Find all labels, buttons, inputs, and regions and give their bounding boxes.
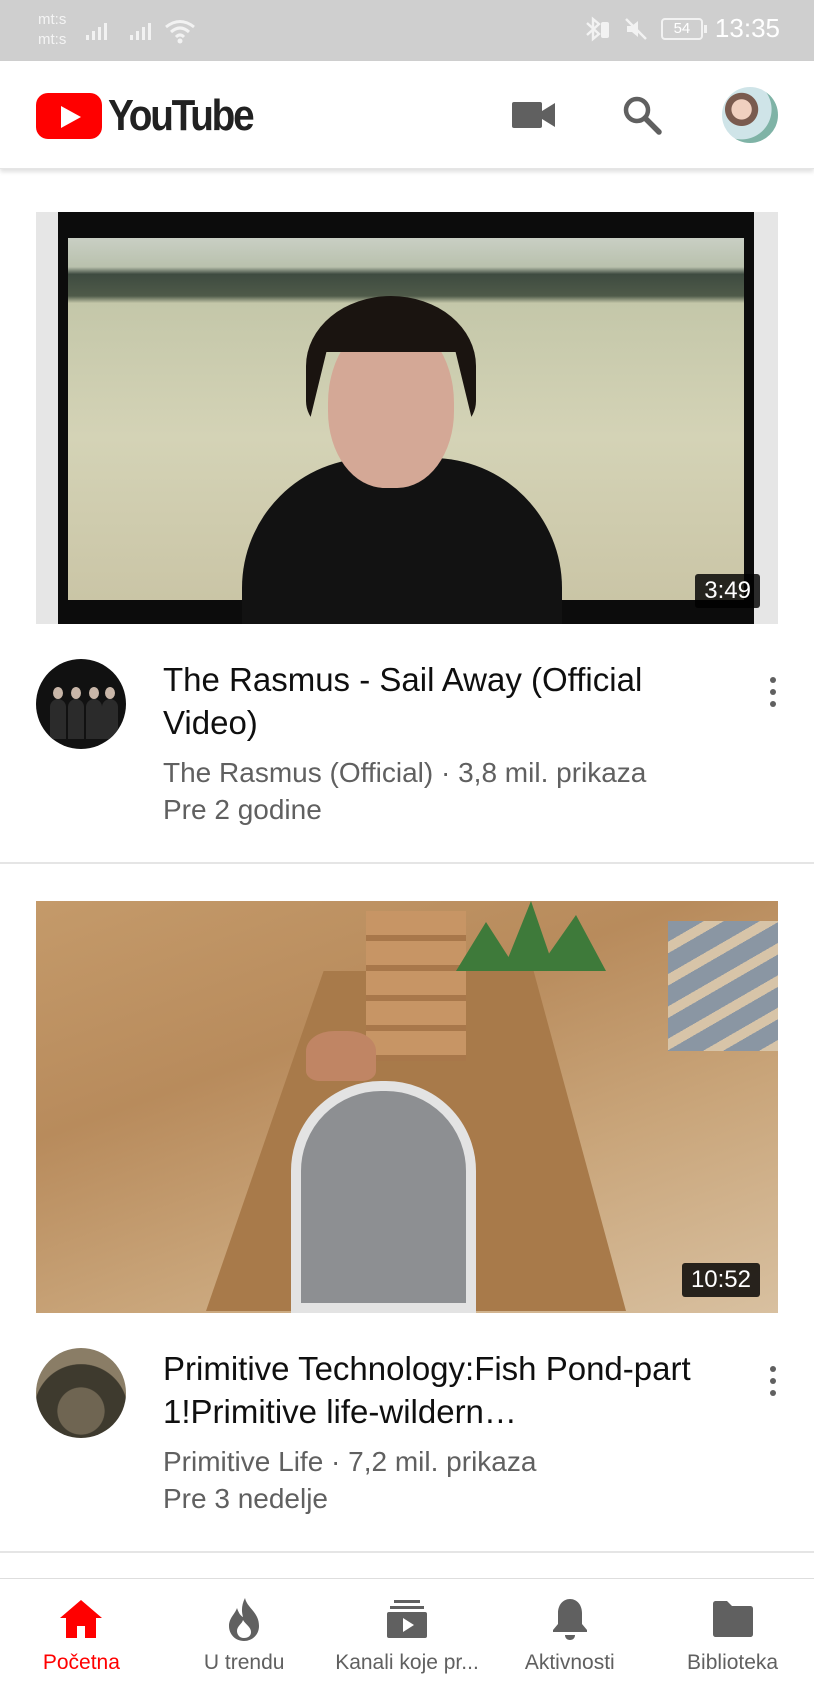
divider: [0, 862, 814, 864]
video-title[interactable]: The Rasmus - Sail Away (Official Video): [163, 658, 703, 744]
nav-item-trending[interactable]: U trendu: [163, 1579, 326, 1689]
account-avatar: [722, 87, 778, 143]
wifi-icon: [165, 20, 195, 44]
video-age: Pre 3 nedelje: [163, 1483, 329, 1514]
channel-avatar[interactable]: [36, 1348, 126, 1438]
nav-label-activity: Aktivnosti: [524, 1651, 615, 1674]
youtube-logo[interactable]: YouTube: [36, 91, 272, 141]
search-button[interactable]: [610, 83, 674, 147]
video-camera-icon: [512, 102, 555, 128]
nav-item-activity[interactable]: Aktivnosti: [488, 1579, 651, 1689]
video-age: Pre 2 godine: [163, 794, 322, 825]
nav-label-library: Biblioteka: [687, 1651, 779, 1674]
carrier-labels: mt:s mt:s: [38, 10, 66, 50]
video-thumbnail[interactable]: 10:52: [36, 901, 778, 1313]
nav-label-trending: U trendu: [203, 1651, 285, 1674]
status-bar: mt:s mt:s 54 13:35: [0, 0, 814, 61]
duration-badge: 10:52: [681, 1263, 760, 1297]
battery-indicator: 54: [660, 17, 707, 40]
nav-item-home[interactable]: Početna: [0, 1579, 163, 1689]
more-options-button[interactable]: [758, 667, 788, 717]
status-time: 13:35: [714, 13, 780, 43]
video-meta: Primitive Life · 7,2 mil. prikaza: [163, 1446, 537, 1477]
video-meta: The Rasmus (Official) · 3,8 mil. prikaza: [163, 757, 647, 788]
home-icon: [60, 1600, 103, 1638]
nav-label-home: Početna: [42, 1651, 120, 1674]
bell-icon: [552, 1599, 587, 1640]
nav-item-subscriptions[interactable]: Kanali koje pr...: [326, 1579, 489, 1689]
app-header: YouTube: [0, 61, 814, 169]
flame-icon: [229, 1598, 260, 1641]
nav-label-subscriptions: Kanali koje pr...: [335, 1651, 479, 1674]
bluetooth-icon: [586, 15, 609, 42]
logo-text: YouTube: [108, 91, 255, 140]
more-options-button[interactable]: [758, 1356, 788, 1406]
upload-video-button[interactable]: [502, 83, 566, 147]
video-thumbnail[interactable]: 3:49: [36, 212, 778, 624]
carrier-1: mt:s: [38, 11, 67, 28]
bottom-navigation: Početna U trendu Kanali koje pr... Aktiv…: [0, 1578, 814, 1689]
divider: [0, 1551, 814, 1553]
subscriptions-icon: [386, 1600, 427, 1638]
play-logo-icon: [36, 93, 102, 139]
carrier-2: mt:s: [38, 31, 67, 48]
account-button[interactable]: [718, 83, 782, 147]
channel-avatar[interactable]: [36, 659, 126, 749]
video-title[interactable]: Primitive Technology:Fish Pond-part 1!Pr…: [163, 1347, 703, 1433]
signal-2-icon: [130, 20, 151, 40]
duration-badge: 3:49: [695, 574, 760, 608]
nav-item-library[interactable]: Biblioteka: [651, 1579, 814, 1689]
folder-icon: [712, 1601, 753, 1637]
signal-1-icon: [86, 20, 107, 40]
mute-icon: [625, 17, 647, 40]
search-icon: [623, 96, 662, 135]
